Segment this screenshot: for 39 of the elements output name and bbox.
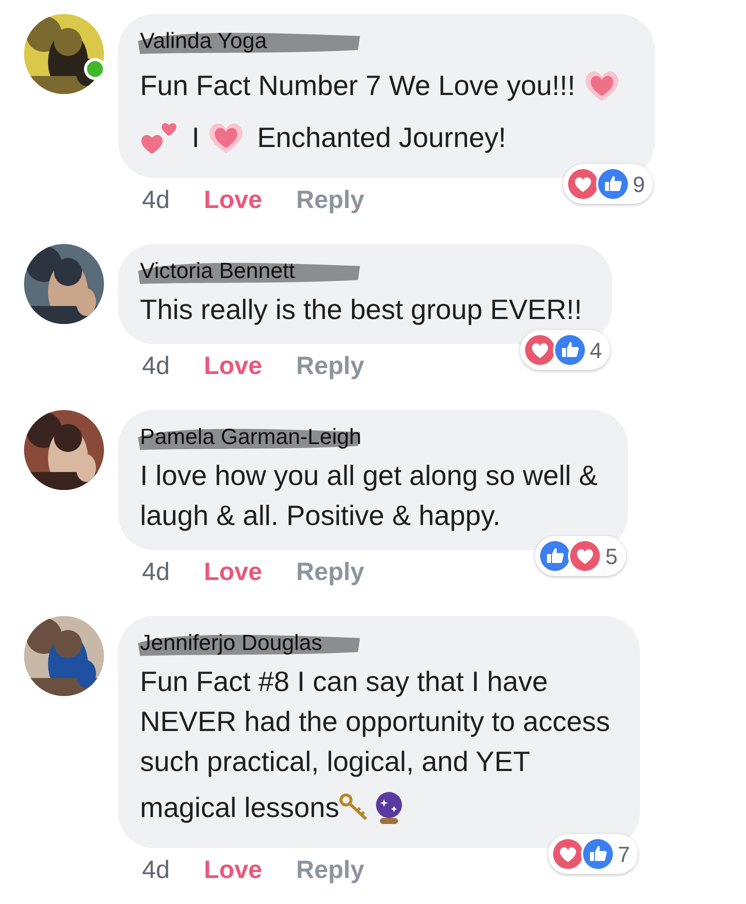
comment-text: This really is the best group EVER!! bbox=[140, 293, 582, 327]
heart-reaction-icon bbox=[568, 169, 598, 199]
comment-text: I love how you all get along so well & laugh & all. Positive & happy. bbox=[140, 459, 598, 533]
heart-reaction-icon bbox=[524, 335, 555, 365]
love-link[interactable]: Love bbox=[204, 854, 262, 886]
comment-text: Fun Fact #8 I can say that I have NEVER had the opportunity to access such practical, logical, and YET magical lessons bbox=[140, 662, 610, 834]
timestamp[interactable]: 4d bbox=[142, 184, 170, 216]
heart-reaction-icon bbox=[570, 541, 600, 571]
glowing-heart-icon bbox=[583, 69, 622, 103]
love-link[interactable]: Love bbox=[204, 556, 262, 588]
timestamp[interactable]: 4d bbox=[142, 350, 170, 382]
love-link[interactable]: Love bbox=[204, 350, 262, 382]
reaction-count: 4 bbox=[590, 336, 602, 364]
heart-reaction-icon bbox=[552, 839, 583, 869]
comment-text: Fun Fact Number 7 We Love you!!! I Enchanted Journey! bbox=[140, 60, 626, 164]
timestamp[interactable]: 4d bbox=[142, 854, 170, 886]
reactions-badge[interactable]: 4 bbox=[520, 330, 610, 370]
thumbs-up-reaction-icon bbox=[554, 335, 585, 365]
glowing-heart-icon bbox=[207, 121, 246, 155]
timestamp[interactable]: 4d bbox=[142, 556, 170, 588]
author-name[interactable]: Victoria Bennett bbox=[140, 258, 295, 283]
reactions-badge[interactable]: 5 bbox=[535, 536, 626, 576]
author-name[interactable]: Valinda Yoga bbox=[140, 28, 267, 53]
thumbs-up-reaction-icon bbox=[582, 839, 613, 869]
reaction-count: 7 bbox=[618, 840, 630, 868]
love-link[interactable]: Love bbox=[204, 184, 262, 216]
author-name[interactable]: Jenniferjo Douglas bbox=[140, 630, 322, 655]
reaction-count: 9 bbox=[632, 170, 646, 198]
reactions-badge[interactable]: 7 bbox=[548, 834, 638, 874]
reply-link[interactable]: Reply bbox=[296, 350, 364, 382]
thumbs-up-reaction-icon bbox=[598, 169, 628, 199]
reply-link[interactable]: Reply bbox=[296, 556, 364, 588]
key-icon bbox=[339, 793, 370, 823]
thumbs-up-reaction-icon bbox=[540, 541, 570, 571]
reply-link[interactable]: Reply bbox=[296, 184, 364, 216]
reply-link[interactable]: Reply bbox=[296, 854, 364, 886]
author-name[interactable]: Pamela Garman-Leigh bbox=[140, 424, 362, 449]
reactions-badge[interactable]: 9 bbox=[562, 164, 654, 204]
reaction-count: 5 bbox=[605, 542, 618, 570]
